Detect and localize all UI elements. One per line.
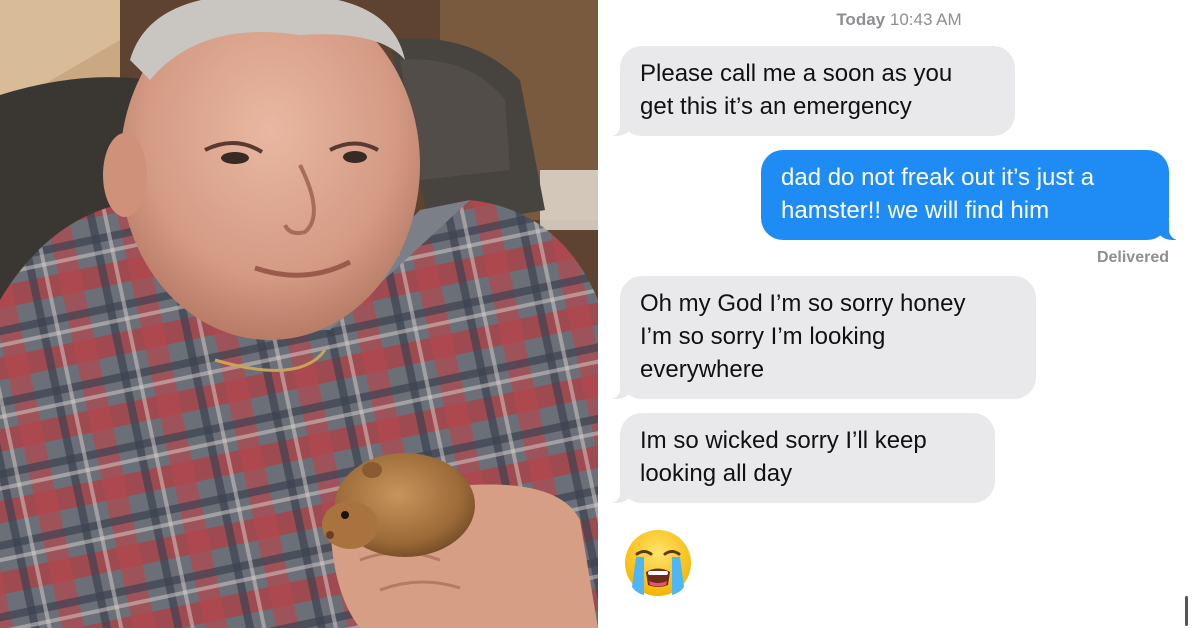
message-line: dad do not freak out it’s just a: [781, 164, 1095, 191]
message-line: Please call me a soon as you: [640, 60, 953, 87]
message-line: everywhere: [640, 356, 765, 383]
message-line: hamster!! we will find him: [781, 197, 1050, 224]
incoming-message-bubble[interactable]: Please call me a soon as you get this it…: [607, 46, 1015, 136]
photo-panel: [0, 0, 598, 628]
loudly-crying-face-emoji[interactable]: [622, 527, 694, 599]
message-thread[interactable]: Today 10:43 AM Please call me a soon as …: [598, 0, 1200, 628]
message-line: Im so wicked sorry I’ll keep: [640, 427, 927, 454]
message-line: I’m so sorry I’m looking: [640, 323, 886, 350]
incoming-message-bubble[interactable]: Oh my God I’m so sorry honey I’m so sorr…: [607, 276, 1036, 399]
message-line: Oh my God I’m so sorry honey: [640, 290, 966, 317]
scrollbar[interactable]: [1185, 596, 1188, 626]
incoming-message-bubble[interactable]: Im so wicked sorry I’ll keep looking all…: [607, 413, 995, 503]
timestamp-day: Today: [836, 10, 886, 29]
message-line: get this it’s an emergency: [640, 93, 912, 120]
outgoing-message-bubble[interactable]: dad do not freak out it’s just a hamster…: [761, 150, 1182, 240]
delivered-status: Delivered: [1096, 249, 1169, 266]
photo-illustration: [0, 0, 598, 628]
timestamp-time: 10:43 AM: [889, 10, 962, 29]
message-line: looking all day: [640, 460, 793, 487]
message-timestamp: Today 10:43 AM: [598, 10, 1200, 30]
